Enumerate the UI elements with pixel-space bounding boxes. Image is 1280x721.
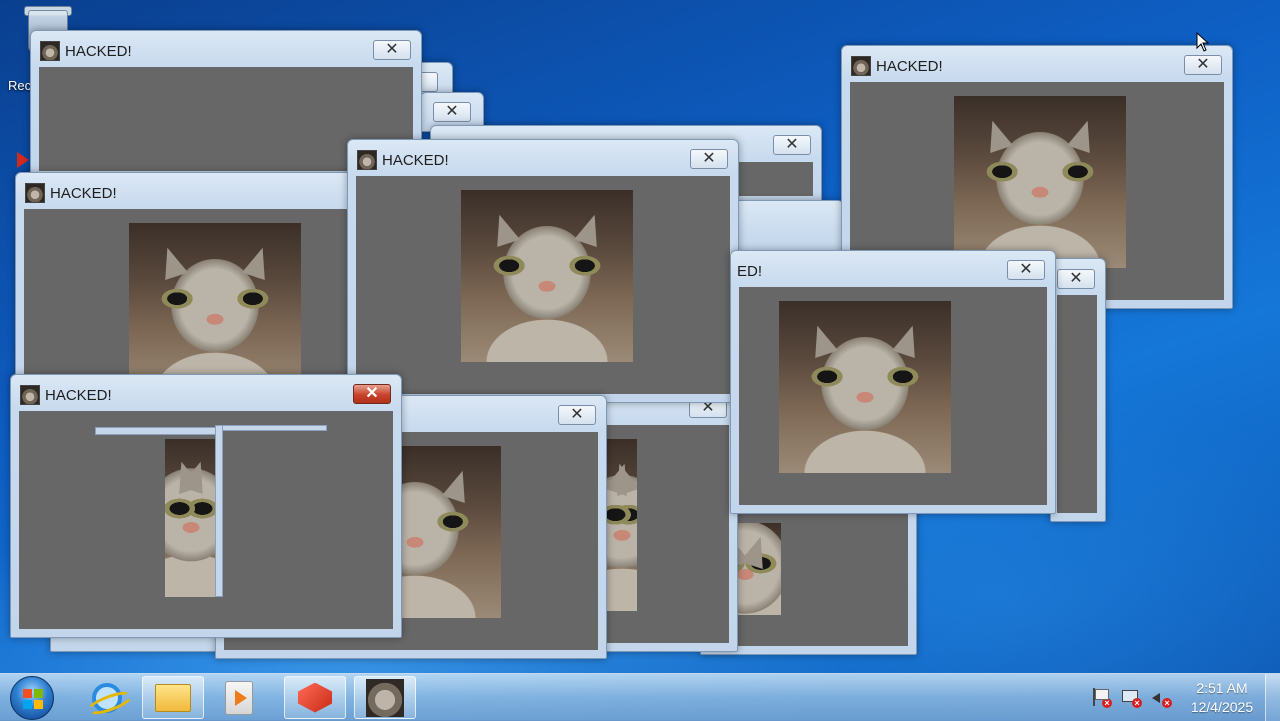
title-bar[interactable]: HACKED! ✕ (348, 140, 738, 174)
window-client (601, 425, 729, 643)
cat-image (165, 439, 217, 597)
error-x-icon: × (1102, 698, 1112, 708)
error-x-icon: × (1162, 698, 1172, 708)
close-button[interactable]: ✕ (373, 40, 411, 60)
window-title-partial: ED! (737, 263, 763, 280)
window-title: HACKED! (50, 185, 117, 202)
title-bar[interactable]: HACKED! ✕ (11, 375, 401, 409)
close-button[interactable]: ✕ (558, 405, 596, 425)
taskbar-item-media-player[interactable] (208, 676, 270, 719)
start-button[interactable] (10, 676, 54, 720)
glitch-window-fragment (95, 427, 219, 435)
red-app-icon (298, 682, 332, 713)
taskbar-item-windows-explorer[interactable] (142, 676, 204, 719)
cat-app-icon (25, 183, 45, 203)
action-center-flag-icon[interactable]: × (1090, 688, 1112, 708)
cat-app-icon (357, 150, 377, 170)
folder-icon (155, 683, 191, 712)
cat-image (129, 223, 301, 395)
window-title: HACKED! (382, 152, 449, 169)
hacked-window-active[interactable]: HACKED! ✕ (10, 374, 402, 638)
cat-app-icon (851, 56, 871, 76)
recycle-bin-label: Rec (8, 78, 32, 93)
hacked-window-middle-right[interactable]: ED! ✕ (730, 250, 1056, 514)
cat-image (779, 301, 951, 473)
glitch-window-fragment (215, 425, 327, 431)
title-bar[interactable]: HACKED! ✕ (842, 46, 1232, 80)
hacked-window-center[interactable]: HACKED! ✕ (347, 139, 739, 403)
cat-app-icon (40, 41, 60, 61)
close-button[interactable]: ✕ (690, 149, 728, 169)
clock-time: 2:51 AM (1196, 680, 1248, 696)
title-bar[interactable]: ED! ✕ (731, 251, 1055, 285)
volume-icon[interactable]: × (1150, 688, 1172, 708)
close-button[interactable]: ✕ (1007, 260, 1045, 280)
error-x-icon: × (1132, 698, 1142, 708)
clock-date: 12/4/2025 (1190, 699, 1254, 715)
close-button[interactable]: ✕ (773, 135, 811, 155)
close-button[interactable]: ✕ (1057, 269, 1095, 289)
glitch-window-fragment (215, 425, 223, 597)
taskbar: × × × 2:51 AM 12/4/2025 (0, 673, 1280, 721)
taskbar-item-internet-explorer[interactable] (76, 676, 138, 719)
window-title: HACKED! (876, 58, 943, 75)
window-title: HACKED! (65, 43, 132, 60)
cat-app-icon (366, 678, 404, 717)
hacked-window-bg-5[interactable]: ✕ (1050, 258, 1106, 522)
system-clock[interactable]: 2:51 AM 12/4/2025 (1182, 679, 1262, 717)
window-title: HACKED! (45, 387, 112, 404)
windows-logo-icon (23, 689, 43, 709)
media-player-icon (225, 680, 253, 715)
window-client (356, 176, 730, 394)
window-client (19, 411, 393, 629)
show-desktop-button[interactable] (1265, 674, 1280, 721)
taskbar-item-red-app[interactable] (284, 676, 346, 719)
close-button[interactable]: ✕ (1184, 55, 1222, 75)
cat-image (954, 96, 1126, 268)
close-button[interactable]: ✕ (433, 102, 471, 122)
cat-image (607, 439, 637, 611)
internet-explorer-icon (92, 682, 122, 713)
window-client (739, 287, 1047, 505)
taskbar-item-hacked-cat-app[interactable] (354, 676, 416, 719)
close-button[interactable]: ✕ (353, 384, 391, 404)
title-bar[interactable]: HACKED! ✕ (31, 31, 421, 65)
window-client (1057, 295, 1097, 513)
cat-image (461, 190, 633, 362)
desktop-shortcut-icon[interactable] (17, 152, 29, 168)
hacked-window-bottom-center-b[interactable]: ✕ (592, 388, 738, 652)
cat-app-icon (20, 385, 40, 405)
network-icon[interactable]: × (1120, 688, 1142, 708)
